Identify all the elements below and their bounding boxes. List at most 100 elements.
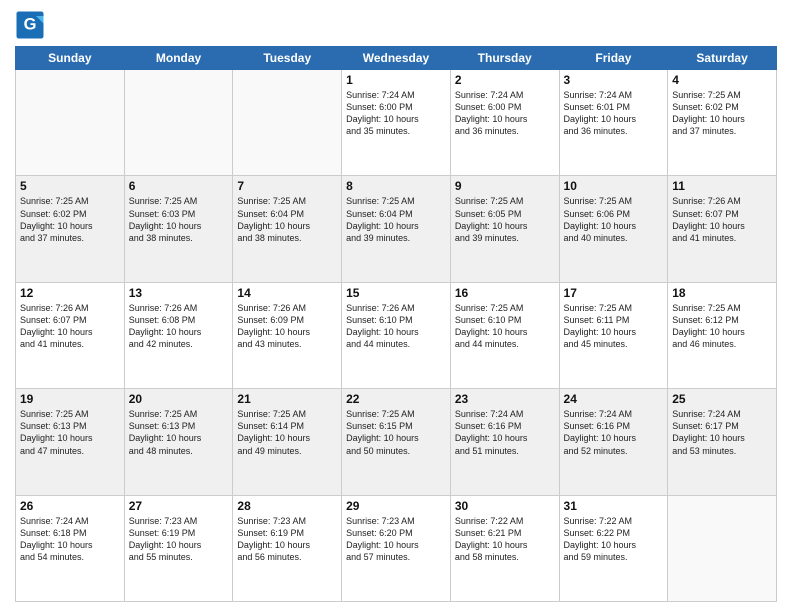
day-number: 5 [20, 179, 120, 193]
day-info: Sunrise: 7:25 AM Sunset: 6:02 PM Dayligh… [20, 195, 120, 244]
day-info: Sunrise: 7:24 AM Sunset: 6:16 PM Dayligh… [455, 408, 555, 457]
day-info: Sunrise: 7:26 AM Sunset: 6:08 PM Dayligh… [129, 302, 229, 351]
logo: G [15, 10, 49, 40]
calendar-cell: 28Sunrise: 7:23 AM Sunset: 6:19 PM Dayli… [233, 495, 342, 601]
weekday-header-row: SundayMondayTuesdayWednesdayThursdayFrid… [16, 47, 777, 70]
day-info: Sunrise: 7:25 AM Sunset: 6:10 PM Dayligh… [455, 302, 555, 351]
day-number: 14 [237, 286, 337, 300]
calendar-cell: 7 Sunrise: 7:25 AM Sunset: 6:04 PM Daylig… [233, 176, 342, 282]
day-number: 1 [346, 73, 446, 87]
calendar-week-row: 19 Sunrise: 7:25 AM Sunset: 6:13 PM Dayli… [16, 389, 777, 495]
day-info: Sunrise: 7:25 AM Sunset: 6:13 PM Dayligh… [20, 408, 120, 457]
calendar-cell: 26 Sunrise: 7:24 AM Sunset: 6:18 PM Dayli… [16, 495, 125, 601]
day-info: Sunrise: 7:24 AM Sunset: 6:17 PM Dayligh… [672, 408, 772, 457]
calendar-cell [16, 70, 125, 176]
calendar-cell: 5 Sunrise: 7:25 AM Sunset: 6:02 PM Daylig… [16, 176, 125, 282]
day-number: 18 [672, 286, 772, 300]
day-number: 10 [564, 179, 664, 193]
day-number: 12 [20, 286, 120, 300]
day-number: 17 [564, 286, 664, 300]
calendar-cell: 21Sunrise: 7:25 AM Sunset: 6:14 PM Dayli… [233, 389, 342, 495]
day-info: Sunrise: 7:24 AM Sunset: 6:18 PM Dayligh… [20, 515, 120, 564]
weekday-header-thursday: Thursday [450, 47, 559, 70]
day-info: Sunrise: 7:25 AM Sunset: 6:12 PM Dayligh… [672, 302, 772, 351]
day-info: Sunrise: 7:23 AM Sunset: 6:19 PM Dayligh… [237, 515, 337, 564]
weekday-header-friday: Friday [559, 47, 668, 70]
calendar-cell: 8Sunrise: 7:25 AM Sunset: 6:04 PM Daylig… [342, 176, 451, 282]
calendar-cell: 24 Sunrise: 7:24 AM Sunset: 6:16 PM Dayli… [559, 389, 668, 495]
day-number: 7 [237, 179, 337, 193]
calendar-cell: 13Sunrise: 7:26 AM Sunset: 6:08 PM Dayli… [124, 282, 233, 388]
day-number: 2 [455, 73, 555, 87]
calendar-cell: 19 Sunrise: 7:25 AM Sunset: 6:13 PM Dayli… [16, 389, 125, 495]
calendar-cell: 11 Sunrise: 7:26 AM Sunset: 6:07 PM Dayli… [668, 176, 777, 282]
day-info: Sunrise: 7:24 AM Sunset: 6:00 PM Dayligh… [346, 89, 446, 138]
calendar-cell: 1 Sunrise: 7:24 AM Sunset: 6:00 PM Daylig… [342, 70, 451, 176]
calendar-cell: 3 Sunrise: 7:24 AM Sunset: 6:01 PM Daylig… [559, 70, 668, 176]
day-number: 6 [129, 179, 229, 193]
calendar-cell [668, 495, 777, 601]
day-number: 29 [346, 499, 446, 513]
day-number: 24 [564, 392, 664, 406]
day-number: 27 [129, 499, 229, 513]
day-number: 21 [237, 392, 337, 406]
header: G [15, 10, 777, 40]
day-number: 19 [20, 392, 120, 406]
calendar-cell: 12 Sunrise: 7:26 AM Sunset: 6:07 PM Dayli… [16, 282, 125, 388]
calendar-table: SundayMondayTuesdayWednesdayThursdayFrid… [15, 46, 777, 602]
day-info: Sunrise: 7:22 AM Sunset: 6:21 PM Dayligh… [455, 515, 555, 564]
calendar-cell: 30 Sunrise: 7:22 AM Sunset: 6:21 PM Dayli… [450, 495, 559, 601]
day-number: 26 [20, 499, 120, 513]
calendar-cell [124, 70, 233, 176]
calendar-cell: 14Sunrise: 7:26 AM Sunset: 6:09 PM Dayli… [233, 282, 342, 388]
day-info: Sunrise: 7:24 AM Sunset: 6:01 PM Dayligh… [564, 89, 664, 138]
calendar-cell: 16 Sunrise: 7:25 AM Sunset: 6:10 PM Dayli… [450, 282, 559, 388]
calendar-week-row: 1 Sunrise: 7:24 AM Sunset: 6:00 PM Daylig… [16, 70, 777, 176]
day-info: Sunrise: 7:25 AM Sunset: 6:02 PM Dayligh… [672, 89, 772, 138]
day-info: Sunrise: 7:25 AM Sunset: 6:15 PM Dayligh… [346, 408, 446, 457]
calendar-cell: 20Sunrise: 7:25 AM Sunset: 6:13 PM Dayli… [124, 389, 233, 495]
day-info: Sunrise: 7:25 AM Sunset: 6:04 PM Dayligh… [346, 195, 446, 244]
day-info: Sunrise: 7:24 AM Sunset: 6:16 PM Dayligh… [564, 408, 664, 457]
day-number: 22 [346, 392, 446, 406]
calendar-cell: 2Sunrise: 7:24 AM Sunset: 6:00 PM Daylig… [450, 70, 559, 176]
day-number: 30 [455, 499, 555, 513]
logo-icon: G [15, 10, 45, 40]
day-info: Sunrise: 7:25 AM Sunset: 6:03 PM Dayligh… [129, 195, 229, 244]
day-info: Sunrise: 7:25 AM Sunset: 6:06 PM Dayligh… [564, 195, 664, 244]
day-info: Sunrise: 7:23 AM Sunset: 6:19 PM Dayligh… [129, 515, 229, 564]
day-info: Sunrise: 7:26 AM Sunset: 6:07 PM Dayligh… [672, 195, 772, 244]
day-number: 9 [455, 179, 555, 193]
day-info: Sunrise: 7:25 AM Sunset: 6:13 PM Dayligh… [129, 408, 229, 457]
day-info: Sunrise: 7:26 AM Sunset: 6:07 PM Dayligh… [20, 302, 120, 351]
weekday-header-saturday: Saturday [668, 47, 777, 70]
svg-text:G: G [24, 16, 37, 34]
calendar-cell: 31 Sunrise: 7:22 AM Sunset: 6:22 PM Dayli… [559, 495, 668, 601]
calendar-cell: 15Sunrise: 7:26 AM Sunset: 6:10 PM Dayli… [342, 282, 451, 388]
calendar-cell: 29 Sunrise: 7:23 AM Sunset: 6:20 PM Dayli… [342, 495, 451, 601]
day-info: Sunrise: 7:26 AM Sunset: 6:10 PM Dayligh… [346, 302, 446, 351]
calendar-cell: 23 Sunrise: 7:24 AM Sunset: 6:16 PM Dayli… [450, 389, 559, 495]
calendar-cell: 27 Sunrise: 7:23 AM Sunset: 6:19 PM Dayli… [124, 495, 233, 601]
weekday-header-sunday: Sunday [16, 47, 125, 70]
day-number: 3 [564, 73, 664, 87]
day-number: 16 [455, 286, 555, 300]
calendar-cell: 25Sunrise: 7:24 AM Sunset: 6:17 PM Dayli… [668, 389, 777, 495]
day-number: 11 [672, 179, 772, 193]
calendar-cell: 17Sunrise: 7:25 AM Sunset: 6:11 PM Dayli… [559, 282, 668, 388]
calendar-cell: 6 Sunrise: 7:25 AM Sunset: 6:03 PM Daylig… [124, 176, 233, 282]
calendar-cell: 18 Sunrise: 7:25 AM Sunset: 6:12 PM Dayli… [668, 282, 777, 388]
calendar-week-row: 12 Sunrise: 7:26 AM Sunset: 6:07 PM Dayli… [16, 282, 777, 388]
weekday-header-wednesday: Wednesday [342, 47, 451, 70]
day-info: Sunrise: 7:25 AM Sunset: 6:05 PM Dayligh… [455, 195, 555, 244]
day-number: 23 [455, 392, 555, 406]
calendar-week-row: 5 Sunrise: 7:25 AM Sunset: 6:02 PM Daylig… [16, 176, 777, 282]
calendar-cell: 10 Sunrise: 7:25 AM Sunset: 6:06 PM Dayli… [559, 176, 668, 282]
calendar-cell: 4Sunrise: 7:25 AM Sunset: 6:02 PM Daylig… [668, 70, 777, 176]
day-info: Sunrise: 7:23 AM Sunset: 6:20 PM Dayligh… [346, 515, 446, 564]
weekday-header-tuesday: Tuesday [233, 47, 342, 70]
day-number: 31 [564, 499, 664, 513]
day-info: Sunrise: 7:25 AM Sunset: 6:04 PM Dayligh… [237, 195, 337, 244]
day-info: Sunrise: 7:22 AM Sunset: 6:22 PM Dayligh… [564, 515, 664, 564]
calendar-cell: 9 Sunrise: 7:25 AM Sunset: 6:05 PM Daylig… [450, 176, 559, 282]
